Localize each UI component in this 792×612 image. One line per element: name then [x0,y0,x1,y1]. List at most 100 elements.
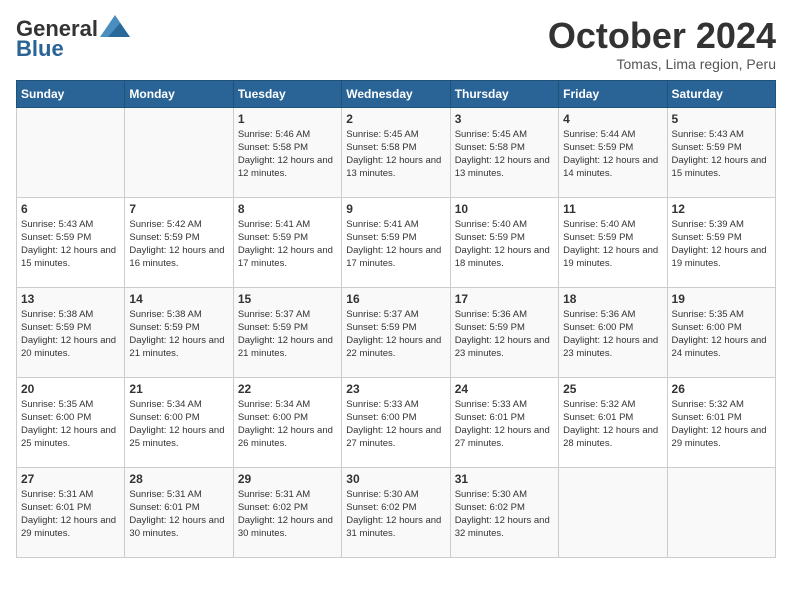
calendar-cell: 9 Sunrise: 5:41 AMSunset: 5:59 PMDaylight… [342,197,450,287]
weekday-header-row: SundayMondayTuesdayWednesdayThursdayFrid… [17,80,776,107]
weekday-header: Wednesday [342,80,450,107]
day-number: 6 [21,202,120,216]
day-info: Sunrise: 5:44 AMSunset: 5:59 PMDaylight:… [563,128,662,181]
day-info: Sunrise: 5:32 AMSunset: 6:01 PMDaylight:… [563,398,662,451]
day-info: Sunrise: 5:31 AMSunset: 6:02 PMDaylight:… [238,488,337,541]
day-info: Sunrise: 5:41 AMSunset: 5:59 PMDaylight:… [346,218,445,271]
calendar-cell: 28 Sunrise: 5:31 AMSunset: 6:01 PMDayligh… [125,467,233,557]
day-number: 17 [455,292,554,306]
day-info: Sunrise: 5:33 AMSunset: 6:00 PMDaylight:… [346,398,445,451]
day-info: Sunrise: 5:40 AMSunset: 5:59 PMDaylight:… [455,218,554,271]
day-number: 22 [238,382,337,396]
calendar-cell: 6 Sunrise: 5:43 AMSunset: 5:59 PMDaylight… [17,197,125,287]
day-number: 21 [129,382,228,396]
day-number: 9 [346,202,445,216]
calendar-cell: 25 Sunrise: 5:32 AMSunset: 6:01 PMDayligh… [559,377,667,467]
day-info: Sunrise: 5:39 AMSunset: 5:59 PMDaylight:… [672,218,771,271]
day-number: 30 [346,472,445,486]
day-number: 24 [455,382,554,396]
day-number: 15 [238,292,337,306]
calendar-cell: 8 Sunrise: 5:41 AMSunset: 5:59 PMDaylight… [233,197,341,287]
calendar-cell: 2 Sunrise: 5:45 AMSunset: 5:58 PMDaylight… [342,107,450,197]
calendar-cell: 16Sunrise: 5:37 AMSunset: 5:59 PMDayligh… [342,287,450,377]
day-number: 25 [563,382,662,396]
day-number: 23 [346,382,445,396]
day-number: 11 [563,202,662,216]
day-number: 4 [563,112,662,126]
day-info: Sunrise: 5:40 AMSunset: 5:59 PMDaylight:… [563,218,662,271]
calendar-cell: 20Sunrise: 5:35 AMSunset: 6:00 PMDayligh… [17,377,125,467]
calendar-cell: 31 Sunrise: 5:30 AMSunset: 6:02 PMDayligh… [450,467,558,557]
day-number: 12 [672,202,771,216]
calendar-cell [559,467,667,557]
calendar-cell: 11 Sunrise: 5:40 AMSunset: 5:59 PMDayligh… [559,197,667,287]
day-number: 26 [672,382,771,396]
day-number: 8 [238,202,337,216]
day-info: Sunrise: 5:36 AMSunset: 5:59 PMDaylight:… [455,308,554,361]
weekday-header: Friday [559,80,667,107]
title-area: October 2024 Tomas, Lima region, Peru [548,16,776,72]
day-number: 2 [346,112,445,126]
day-number: 19 [672,292,771,306]
day-number: 3 [455,112,554,126]
day-number: 1 [238,112,337,126]
logo: General Blue [16,16,130,62]
calendar-cell: 12 Sunrise: 5:39 AMSunset: 5:59 PMDayligh… [667,197,775,287]
day-info: Sunrise: 5:36 AMSunset: 6:00 PMDaylight:… [563,308,662,361]
day-info: Sunrise: 5:35 AMSunset: 6:00 PMDaylight:… [672,308,771,361]
day-info: Sunrise: 5:34 AMSunset: 6:00 PMDaylight:… [238,398,337,451]
day-number: 18 [563,292,662,306]
calendar-cell [125,107,233,197]
weekday-header: Sunday [17,80,125,107]
logo-icon [100,15,130,37]
day-number: 20 [21,382,120,396]
day-info: Sunrise: 5:31 AMSunset: 6:01 PMDaylight:… [21,488,120,541]
month-title: October 2024 [548,16,776,56]
calendar-cell: 3 Sunrise: 5:45 AMSunset: 5:58 PMDaylight… [450,107,558,197]
day-number: 5 [672,112,771,126]
calendar-cell: 19 Sunrise: 5:35 AMSunset: 6:00 PMDayligh… [667,287,775,377]
day-number: 27 [21,472,120,486]
weekday-header: Tuesday [233,80,341,107]
day-info: Sunrise: 5:32 AMSunset: 6:01 PMDaylight:… [672,398,771,451]
day-info: Sunrise: 5:45 AMSunset: 5:58 PMDaylight:… [346,128,445,181]
day-number: 7 [129,202,228,216]
location: Tomas, Lima region, Peru [548,56,776,72]
day-info: Sunrise: 5:41 AMSunset: 5:59 PMDaylight:… [238,218,337,271]
day-info: Sunrise: 5:37 AMSunset: 5:59 PMDaylight:… [346,308,445,361]
calendar-week-row: 13Sunrise: 5:38 AMSunset: 5:59 PMDayligh… [17,287,776,377]
day-info: Sunrise: 5:34 AMSunset: 6:00 PMDaylight:… [129,398,228,451]
calendar-cell: 5Sunrise: 5:43 AMSunset: 5:59 PMDaylight… [667,107,775,197]
day-info: Sunrise: 5:38 AMSunset: 5:59 PMDaylight:… [21,308,120,361]
calendar-table: SundayMondayTuesdayWednesdayThursdayFrid… [16,80,776,558]
calendar-cell: 7 Sunrise: 5:42 AMSunset: 5:59 PMDaylight… [125,197,233,287]
calendar-cell: 29 Sunrise: 5:31 AMSunset: 6:02 PMDayligh… [233,467,341,557]
calendar-cell: 10 Sunrise: 5:40 AMSunset: 5:59 PMDayligh… [450,197,558,287]
day-info: Sunrise: 5:45 AMSunset: 5:58 PMDaylight:… [455,128,554,181]
day-info: Sunrise: 5:38 AMSunset: 5:59 PMDaylight:… [129,308,228,361]
calendar-cell: 30 Sunrise: 5:30 AMSunset: 6:02 PMDayligh… [342,467,450,557]
calendar-week-row: 20Sunrise: 5:35 AMSunset: 6:00 PMDayligh… [17,377,776,467]
day-info: Sunrise: 5:30 AMSunset: 6:02 PMDaylight:… [346,488,445,541]
header: General Blue October 2024 Tomas, Lima re… [16,16,776,72]
day-number: 14 [129,292,228,306]
day-number: 10 [455,202,554,216]
day-number: 31 [455,472,554,486]
day-number: 28 [129,472,228,486]
calendar-cell: 23 Sunrise: 5:33 AMSunset: 6:00 PMDayligh… [342,377,450,467]
calendar-cell [17,107,125,197]
day-number: 29 [238,472,337,486]
calendar-cell [667,467,775,557]
calendar-cell: 21 Sunrise: 5:34 AMSunset: 6:00 PMDayligh… [125,377,233,467]
day-info: Sunrise: 5:30 AMSunset: 6:02 PMDaylight:… [455,488,554,541]
logo-blue: Blue [16,36,64,62]
day-info: Sunrise: 5:37 AMSunset: 5:59 PMDaylight:… [238,308,337,361]
weekday-header: Monday [125,80,233,107]
day-info: Sunrise: 5:31 AMSunset: 6:01 PMDaylight:… [129,488,228,541]
calendar-cell: 15 Sunrise: 5:37 AMSunset: 5:59 PMDayligh… [233,287,341,377]
calendar-week-row: 1 Sunrise: 5:46 AMSunset: 5:58 PMDaylight… [17,107,776,197]
calendar-week-row: 6 Sunrise: 5:43 AMSunset: 5:59 PMDaylight… [17,197,776,287]
day-info: Sunrise: 5:42 AMSunset: 5:59 PMDaylight:… [129,218,228,271]
day-info: Sunrise: 5:43 AMSunset: 5:59 PMDaylight:… [21,218,120,271]
day-info: Sunrise: 5:46 AMSunset: 5:58 PMDaylight:… [238,128,337,181]
